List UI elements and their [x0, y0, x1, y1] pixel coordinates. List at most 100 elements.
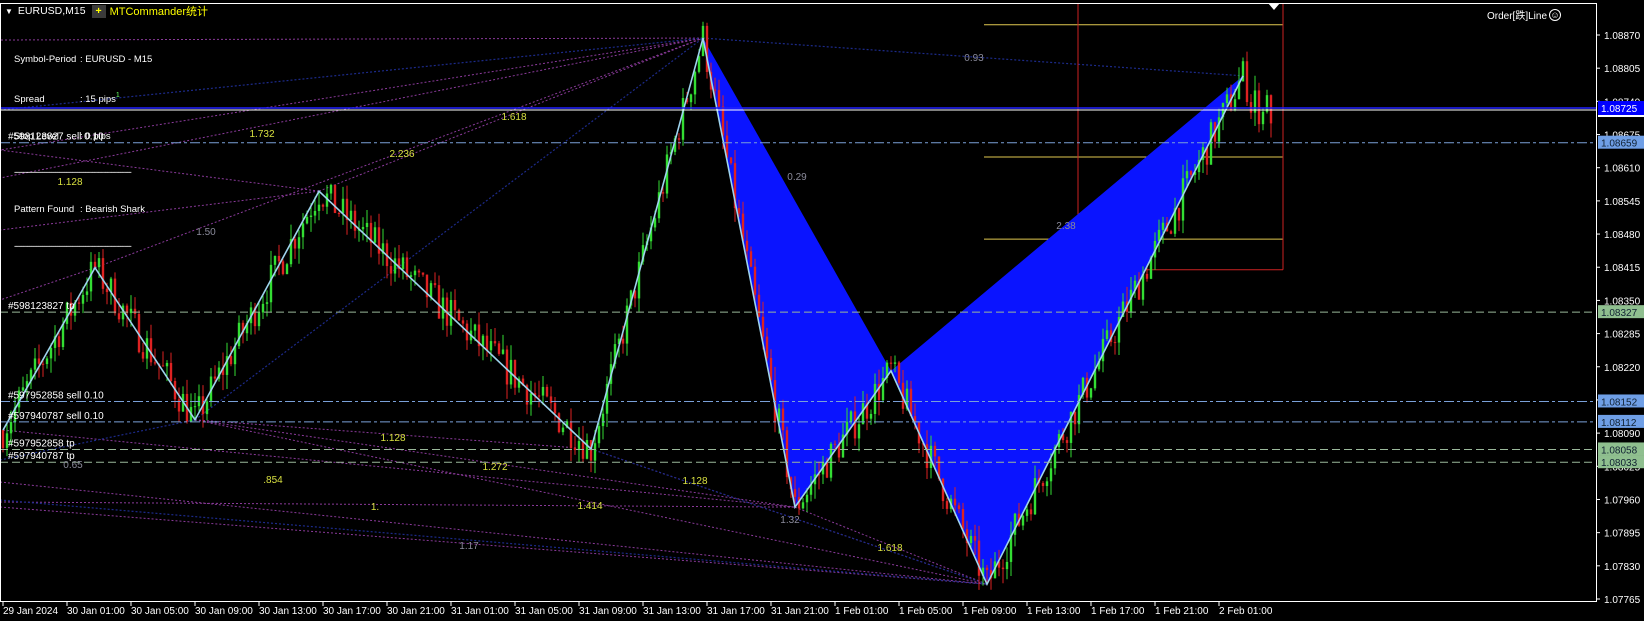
order-price-label: 1.08033 — [1601, 458, 1638, 469]
ratio-label: 1.128 — [380, 433, 405, 444]
time-tick-label: 1 Feb 13:00 — [1027, 606, 1081, 617]
candle-body — [717, 90, 721, 107]
order-label: #598123827 tp — [8, 301, 75, 312]
candle-body — [361, 226, 365, 230]
candle-body — [1269, 95, 1273, 124]
candle-body — [781, 408, 785, 431]
candle-body — [537, 395, 541, 397]
order-line-toggle[interactable]: Order[跌]Line ☺ — [1487, 7, 1562, 22]
candle-body — [749, 251, 753, 267]
candle-body — [1041, 482, 1045, 487]
ratio-label: 1.17 — [459, 541, 479, 552]
candle-body — [417, 270, 421, 273]
candle-body — [133, 308, 137, 315]
time-tick-label: 31 Jan 05:00 — [515, 606, 573, 617]
candle-body — [269, 264, 273, 303]
candle-body — [85, 291, 89, 295]
candle-body — [165, 362, 169, 367]
candle-body — [473, 324, 477, 331]
candle-body — [1245, 61, 1249, 103]
time-axis[interactable]: 29 Jan 2024 30 Jan 01:00 30 Jan 05:00 30 Ja… — [2, 601, 1273, 617]
ratio-label: 1.414 — [577, 501, 602, 512]
ask-price-marker — [1598, 115, 1644, 118]
ratio-label: 2.236 — [389, 149, 414, 160]
dropdown-triangle-icon[interactable]: ▼ — [5, 7, 13, 16]
candle-body — [977, 540, 981, 576]
price-tick-label: 1.07895 — [1604, 529, 1641, 540]
ratio-label: 1.32 — [780, 515, 800, 526]
candle-body — [305, 216, 309, 224]
ratio-label: 2.38 — [1056, 221, 1076, 232]
candle-body — [805, 494, 809, 503]
candle-body — [969, 536, 973, 544]
add-button[interactable]: + — [91, 4, 106, 18]
candle-body — [485, 335, 489, 351]
candle-body — [293, 239, 297, 249]
candle-body — [329, 184, 333, 194]
candle-body — [313, 210, 317, 216]
spread-value: : 15 pips — [80, 93, 116, 105]
candle-body — [1209, 122, 1213, 165]
candle-body — [129, 308, 133, 314]
candle-body — [753, 266, 757, 295]
candle-body — [1113, 342, 1117, 344]
candle-body — [297, 237, 301, 249]
candle-body — [801, 502, 805, 509]
candle-body — [1049, 468, 1053, 482]
candle-body — [45, 358, 49, 365]
candle-body — [481, 335, 485, 347]
candle-body — [661, 192, 665, 194]
price-tick-label: 1.08545 — [1604, 197, 1641, 208]
candle-body — [497, 343, 501, 354]
fib-line-navy — [194, 37, 704, 421]
candle-body — [61, 323, 65, 348]
candle-body — [205, 401, 209, 415]
candle-body — [213, 376, 217, 379]
candle-body — [461, 320, 465, 324]
stop-level-key: Stop Level — [14, 130, 59, 142]
candle-body — [1177, 208, 1181, 221]
candle-body — [1169, 231, 1173, 234]
pattern-key: Pattern Found — [14, 204, 75, 216]
time-tick-label: 29 Jan 2024 — [3, 606, 58, 617]
candle-body — [237, 322, 241, 347]
candle-body — [321, 204, 325, 207]
candle-body — [429, 283, 433, 298]
candle-body — [1025, 509, 1029, 516]
candle-body — [765, 336, 769, 358]
order-price-label: 1.08152 — [1601, 397, 1638, 408]
candle-body — [77, 302, 81, 304]
ratio-label: .854 — [263, 475, 283, 486]
info-panel: Symbol-Period: EURUSD - M15 Spread: 15 p… — [14, 29, 152, 266]
ratio-label: 1.50 — [196, 227, 216, 238]
candle-body — [713, 89, 717, 91]
candle-body — [1005, 561, 1009, 570]
time-tick-label: 30 Jan 21:00 — [387, 606, 445, 617]
order-line-label: Order[跌]Line — [1487, 11, 1548, 22]
time-tick-label: 30 Jan 17:00 — [323, 606, 381, 617]
candle-body — [57, 336, 61, 348]
candle-body — [833, 443, 837, 445]
candle-body — [193, 406, 197, 408]
ratio-label: 0.65 — [63, 460, 83, 471]
candle-body — [1021, 515, 1025, 526]
candle-body — [277, 255, 281, 262]
candle-body — [681, 98, 685, 140]
candle-body — [737, 208, 741, 214]
order-label: #597940787 sell 0.10 — [8, 411, 104, 422]
candle-body — [281, 261, 285, 275]
candle-body — [861, 403, 865, 425]
candle-body — [569, 421, 573, 448]
price-tick-label: 1.08285 — [1604, 330, 1641, 341]
ratio-label: 1.128 — [682, 476, 707, 487]
indicator-title[interactable]: MTCommander统计 — [110, 3, 208, 19]
candle-body — [1145, 273, 1149, 279]
candle-body — [529, 393, 533, 405]
candle-body — [1001, 567, 1005, 570]
price-chart[interactable]: #598123827 sell 0.10#598123827 tp#597952… — [0, 0, 1644, 621]
chart-header: ▼ EURUSD,M15 + MTCommander统计 — [5, 4, 208, 18]
candle-body — [793, 489, 797, 498]
candle-body — [1, 430, 5, 448]
order-price-label: 1.08659 — [1601, 139, 1638, 150]
order-price-label: 1.08058 — [1601, 445, 1638, 456]
